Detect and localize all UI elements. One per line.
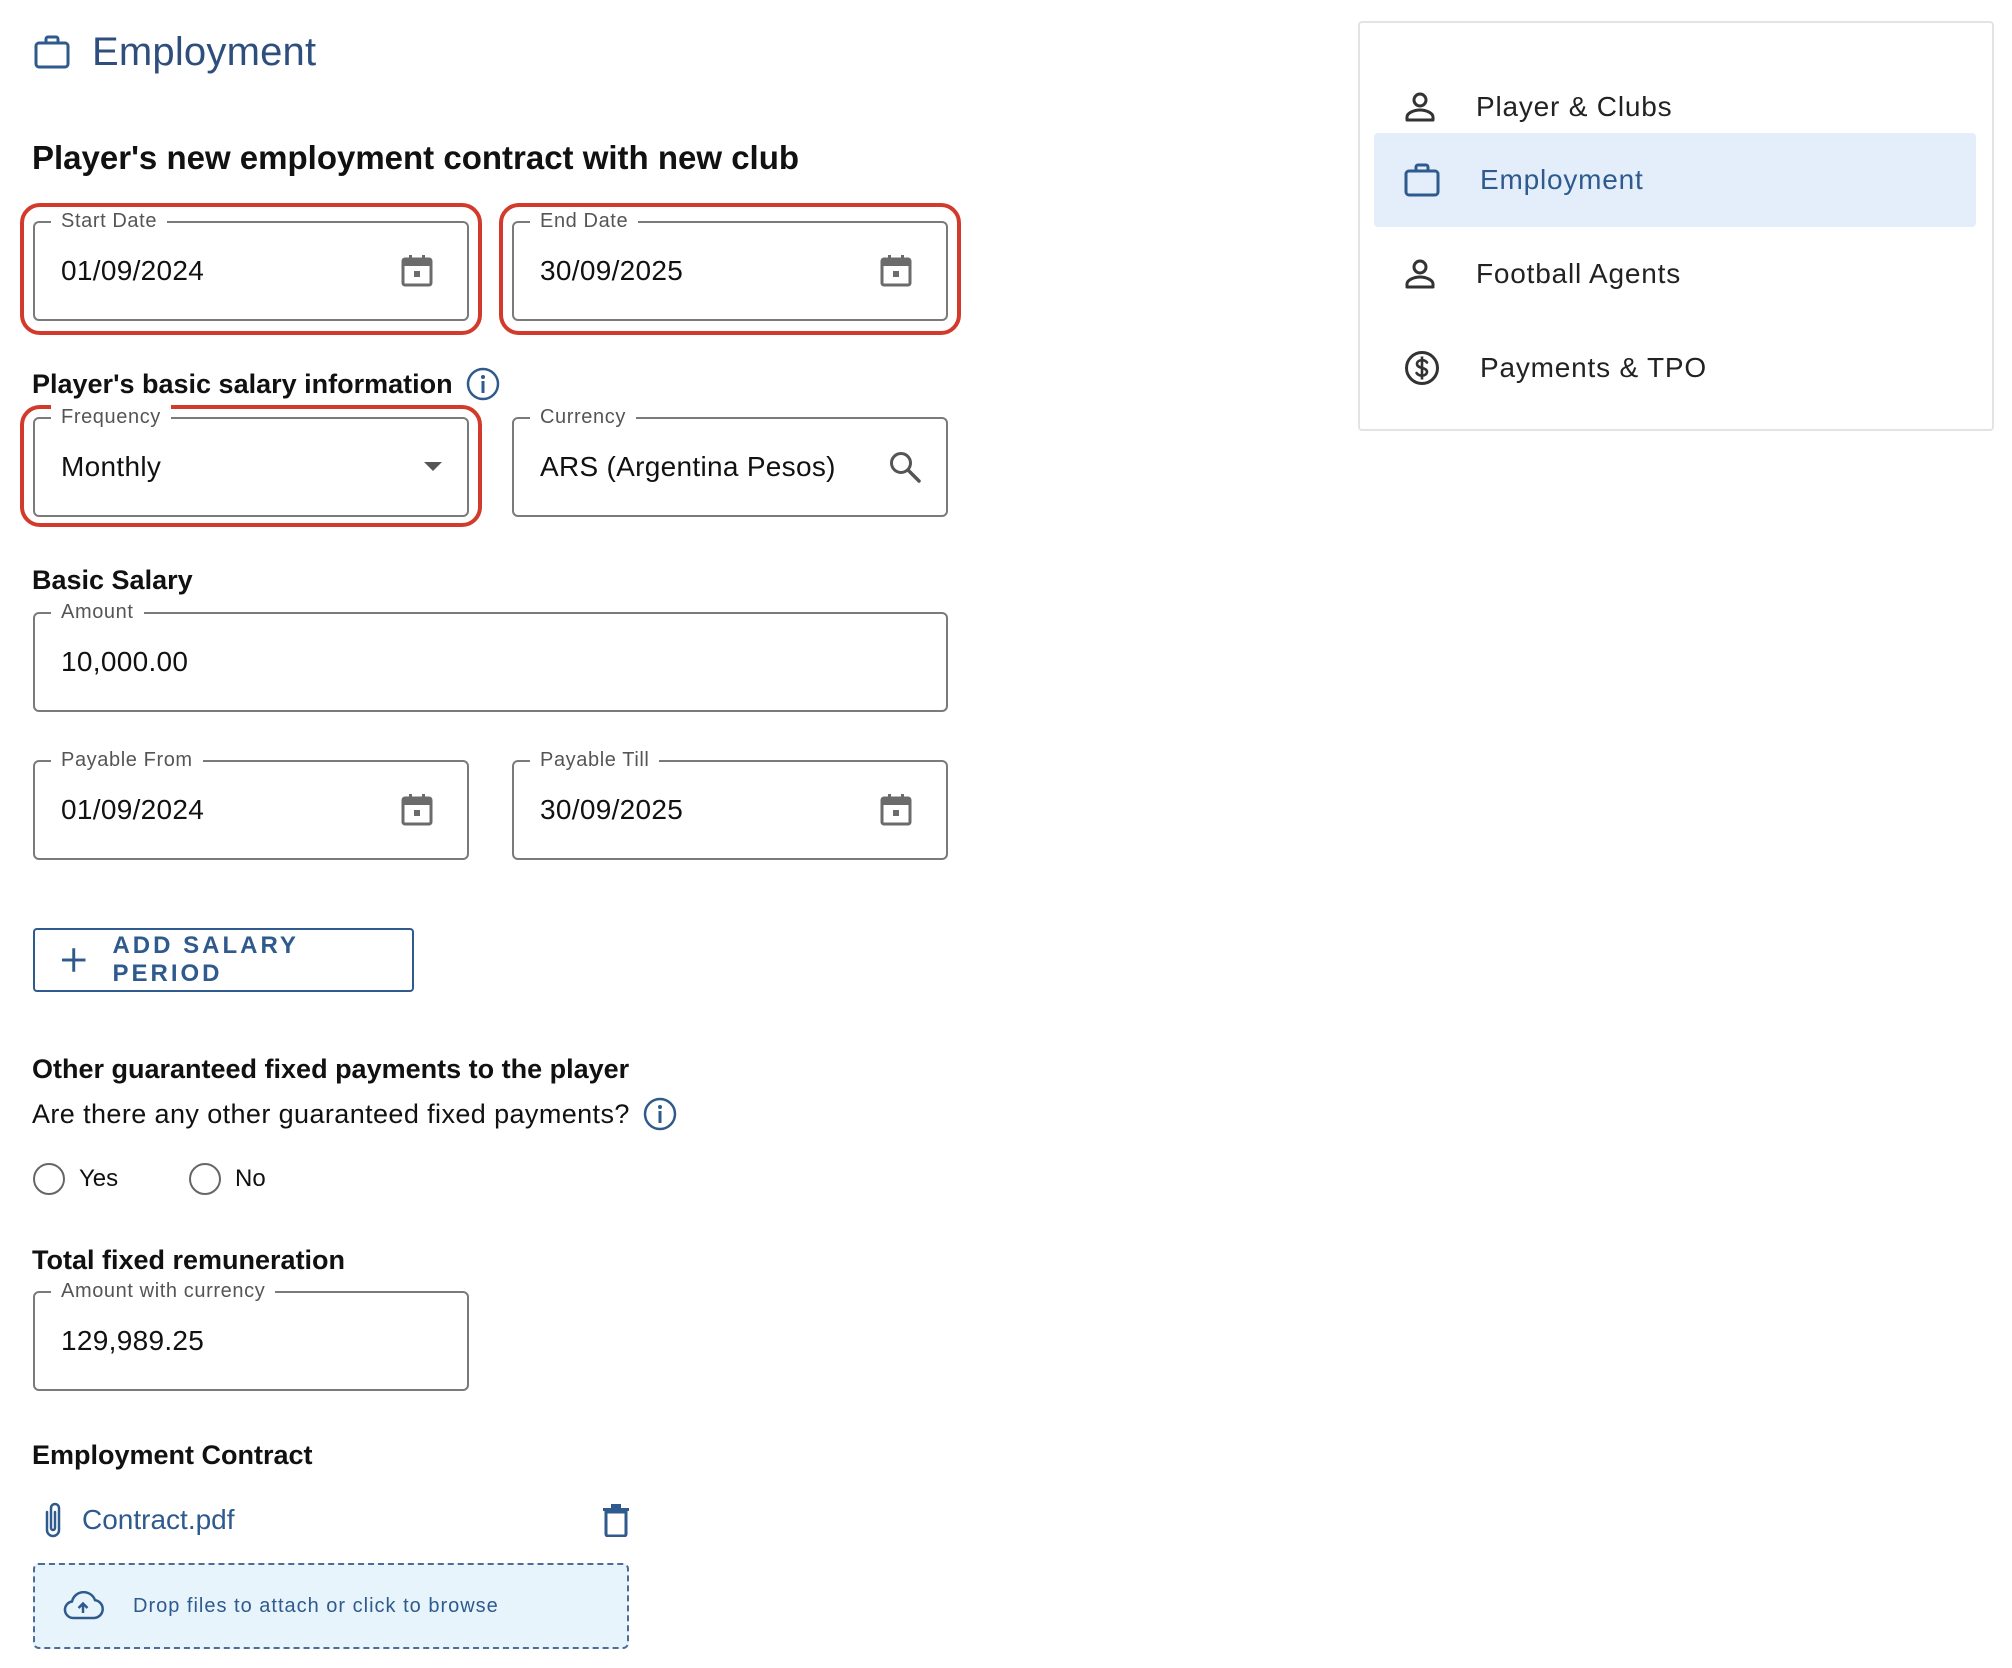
radio-yes[interactable]: Yes bbox=[33, 1163, 118, 1195]
info-icon[interactable] bbox=[642, 1096, 678, 1132]
total-amount-field[interactable]: Amount with currency 129,989.25 bbox=[33, 1277, 469, 1391]
end-date-value: 30/09/2025 bbox=[540, 255, 684, 286]
frequency-select[interactable]: Frequency Monthly bbox=[33, 403, 469, 517]
radio-yes-label: Yes bbox=[79, 1165, 119, 1192]
sidebar-item-label: Employment bbox=[1480, 164, 1644, 195]
payable-till-label: Payable Till bbox=[530, 746, 660, 774]
sidebar-item-label: Payments & TPO bbox=[1480, 352, 1707, 383]
section-heading: Player's new employment contract with ne… bbox=[32, 139, 800, 176]
start-date-value: 01/09/2024 bbox=[61, 255, 205, 286]
page-title-text: Employment bbox=[92, 29, 317, 74]
radio-circle[interactable] bbox=[33, 1163, 65, 1195]
amount-value: 10,000.00 bbox=[61, 646, 189, 677]
end-date-field[interactable]: End Date 30/09/2025 bbox=[512, 207, 948, 321]
plus-icon bbox=[61, 948, 86, 972]
sidebar-nav: Player & Clubs Employment Football Agent… bbox=[1358, 21, 1994, 431]
attachment-row: Contract.pdf bbox=[40, 1496, 636, 1544]
other-payments-question: Are there any other guaranteed fixed pay… bbox=[32, 1098, 630, 1129]
total-heading: Total fixed remuneration bbox=[32, 1245, 346, 1275]
sidebar-item-label: Football Agents bbox=[1476, 258, 1682, 289]
person-icon bbox=[1405, 259, 1435, 289]
payable-till-field[interactable]: Payable Till 30/09/2025 bbox=[512, 746, 948, 860]
currency-value: ARS (Argentina Pesos) bbox=[540, 451, 836, 482]
dollar-circle-icon bbox=[1405, 351, 1439, 385]
add-salary-period-label: ADD SALARY PERIOD bbox=[112, 932, 299, 987]
radio-circle[interactable] bbox=[189, 1163, 221, 1195]
person-icon bbox=[1405, 92, 1435, 122]
payable-from-field[interactable]: Payable From 01/09/2024 bbox=[33, 746, 469, 860]
sidebar-item-employment[interactable]: Employment bbox=[1374, 133, 1976, 227]
file-dropzone[interactable]: Drop files to attach or click to browse bbox=[33, 1563, 629, 1649]
currency-label: Currency bbox=[530, 403, 636, 431]
calendar-icon[interactable] bbox=[401, 254, 433, 288]
dropzone-text: Drop files to attach or click to browse bbox=[133, 1594, 499, 1617]
end-date-label: End Date bbox=[530, 207, 639, 235]
start-date-field[interactable]: Start Date 01/09/2024 bbox=[33, 207, 469, 321]
page-title: Employment bbox=[34, 24, 316, 80]
sidebar-item-payments-tpo[interactable]: Payments & TPO bbox=[1374, 321, 1976, 415]
briefcase-icon bbox=[34, 35, 70, 69]
currency-field[interactable]: Currency ARS (Argentina Pesos) bbox=[512, 403, 948, 517]
dropdown-arrow-icon[interactable] bbox=[423, 461, 443, 473]
calendar-icon[interactable] bbox=[880, 793, 912, 827]
radio-no[interactable]: No bbox=[189, 1163, 266, 1195]
contract-heading: Employment Contract bbox=[32, 1440, 313, 1470]
frequency-label: Frequency bbox=[51, 403, 171, 431]
other-payments-question-row: Are there any other guaranteed fixed pay… bbox=[32, 1096, 678, 1132]
briefcase-icon bbox=[1404, 163, 1440, 197]
sidebar-item-football-agents[interactable]: Football Agents bbox=[1374, 227, 1976, 321]
calendar-icon[interactable] bbox=[401, 793, 433, 827]
amount-label: Amount bbox=[51, 598, 144, 626]
calendar-icon[interactable] bbox=[880, 254, 912, 288]
cloud-upload-icon bbox=[63, 1591, 104, 1620]
basic-salary-heading: Basic Salary bbox=[32, 565, 193, 595]
start-date-label: Start Date bbox=[51, 207, 168, 235]
total-amount-value: 129,989.25 bbox=[61, 1325, 205, 1356]
salary-info-heading-row: Player's basic salary information bbox=[32, 366, 501, 402]
add-salary-period-button[interactable]: ADD SALARY PERIOD bbox=[33, 928, 414, 992]
other-payments-heading: Other guaranteed fixed payments to the p… bbox=[32, 1054, 630, 1084]
frequency-value: Monthly bbox=[61, 451, 162, 482]
amount-field[interactable]: Amount 10,000.00 bbox=[33, 598, 948, 712]
search-icon[interactable] bbox=[888, 450, 922, 484]
total-amount-label: Amount with currency bbox=[51, 1277, 276, 1305]
trash-icon[interactable] bbox=[602, 1503, 630, 1537]
sidebar-item-label: Player & Clubs bbox=[1476, 91, 1673, 122]
paperclip-icon bbox=[45, 1502, 61, 1538]
payable-from-value: 01/09/2024 bbox=[61, 794, 205, 825]
radio-no-label: No bbox=[235, 1165, 266, 1192]
info-icon[interactable] bbox=[465, 366, 501, 402]
attachment-file-name[interactable]: Contract.pdf bbox=[82, 1504, 235, 1536]
salary-info-heading: Player's basic salary information bbox=[32, 368, 453, 399]
payable-till-value: 30/09/2025 bbox=[540, 794, 684, 825]
payable-from-label: Payable From bbox=[51, 746, 203, 774]
